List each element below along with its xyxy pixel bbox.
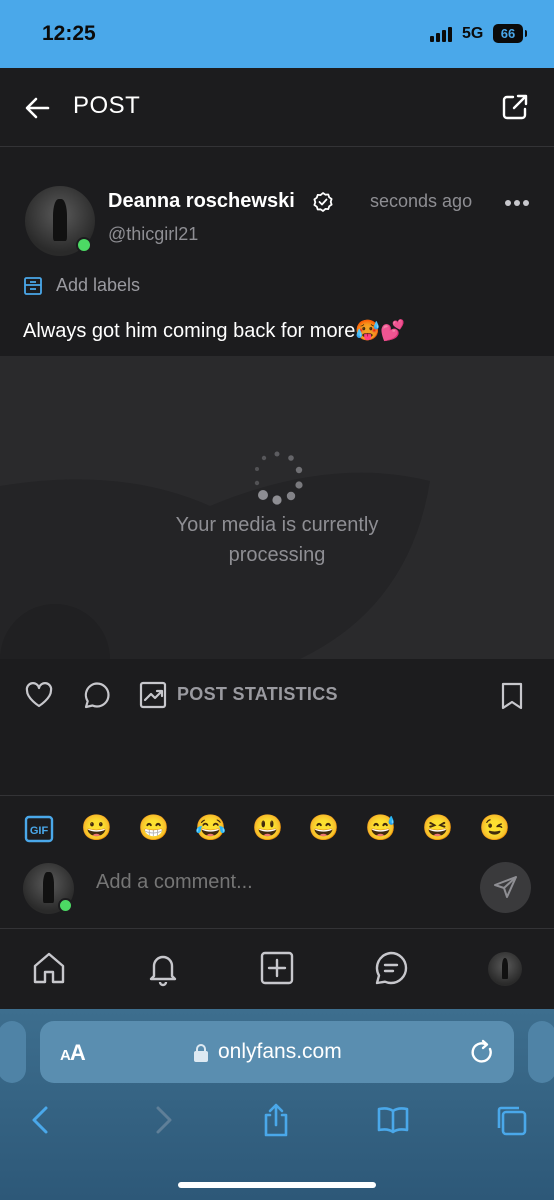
browser-back-icon[interactable] xyxy=(24,1102,60,1138)
labels-icon[interactable] xyxy=(23,276,43,296)
tabs-overview-icon[interactable] xyxy=(493,1102,529,1138)
signal-icon xyxy=(430,27,452,42)
send-button[interactable] xyxy=(480,862,531,913)
profile-avatar[interactable] xyxy=(488,952,522,986)
aa-large: A xyxy=(69,1040,86,1065)
post-statistics-icon[interactable] xyxy=(139,681,167,709)
home-icon[interactable] xyxy=(30,949,68,987)
browser-forward-icon[interactable] xyxy=(144,1102,180,1138)
network-label: 5G xyxy=(462,25,484,42)
previous-tab-edge[interactable] xyxy=(0,1021,26,1083)
emoji-smile-button[interactable]: 😄 xyxy=(307,813,341,843)
share-icon[interactable] xyxy=(499,91,531,123)
emoji-grinning-button[interactable]: 😀 xyxy=(80,813,114,843)
next-tab-edge[interactable] xyxy=(528,1021,554,1083)
online-status-dot xyxy=(76,237,92,253)
comment-icon[interactable] xyxy=(82,680,112,710)
emoji-smiley-button[interactable]: 😃 xyxy=(251,813,285,843)
post-timestamp: seconds ago xyxy=(370,191,473,211)
comment-input[interactable] xyxy=(96,871,456,894)
emoji-sweat-smile-button[interactable]: 😅 xyxy=(364,813,398,843)
add-labels-button[interactable]: Add labels xyxy=(56,275,140,296)
page-title: POST xyxy=(73,92,141,119)
status-time: 12:25 xyxy=(42,22,96,45)
browser-share-icon[interactable] xyxy=(258,1102,294,1138)
add-post-icon[interactable] xyxy=(258,949,296,987)
notifications-bell-icon[interactable] xyxy=(144,949,182,987)
emoji-laughing-button[interactable]: 😆 xyxy=(421,813,455,843)
bookmarks-book-icon[interactable] xyxy=(375,1102,411,1138)
heart-icon[interactable] xyxy=(24,680,54,710)
bookmark-icon[interactable] xyxy=(498,681,526,711)
reload-icon[interactable] xyxy=(470,1039,496,1067)
author-name[interactable]: Deanna roschewski xyxy=(108,190,295,213)
home-indicator[interactable] xyxy=(178,1182,376,1188)
post-caption: Always got him coming back for more🥵💕 xyxy=(23,320,406,342)
post-statistics-button[interactable]: POST STATISTICS xyxy=(177,684,338,705)
loading-spinner-icon xyxy=(254,451,303,505)
gif-icon[interactable]: GIF xyxy=(24,815,54,843)
battery-icon: 66 xyxy=(493,24,527,43)
processing-line-2: processing xyxy=(228,544,326,566)
aa-small: A xyxy=(60,1047,71,1064)
emoji-wink-button[interactable]: 😉 xyxy=(478,813,512,843)
send-icon xyxy=(494,876,517,898)
reader-settings-button[interactable]: AA xyxy=(60,1040,86,1066)
url-text[interactable]: onlyfans.com xyxy=(218,1040,342,1064)
user-online-dot xyxy=(58,898,73,913)
author-handle[interactable]: @thicgirl21 xyxy=(108,224,198,245)
emoji-beaming-button[interactable]: 😁 xyxy=(137,813,171,843)
emoji-tears-of-joy-button[interactable]: 😂 xyxy=(194,813,228,843)
messages-icon[interactable] xyxy=(372,949,410,987)
lock-icon xyxy=(194,1044,208,1062)
svg-text:GIF: GIF xyxy=(30,825,49,837)
media-processing-message: Your media is currently processing xyxy=(0,510,554,570)
more-options-icon[interactable] xyxy=(504,199,530,207)
verified-badge-icon xyxy=(313,192,333,212)
back-arrow-icon[interactable] xyxy=(22,92,54,124)
processing-line-1: Your media is currently xyxy=(175,514,379,536)
